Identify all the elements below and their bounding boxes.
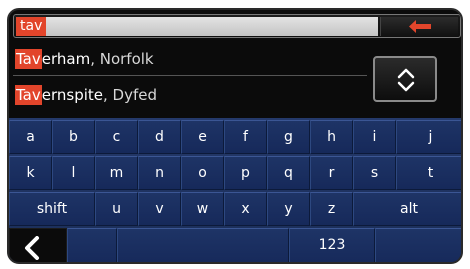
left-arrow-icon xyxy=(409,20,431,33)
result-match: Tav xyxy=(15,49,42,69)
back-button[interactable] xyxy=(9,228,67,262)
backspace-button[interactable] xyxy=(380,17,458,36)
key-i[interactable]: i xyxy=(353,120,396,154)
key-q[interactable]: q xyxy=(267,156,310,190)
key-r[interactable]: r xyxy=(310,156,353,190)
key-f[interactable]: f xyxy=(224,120,267,154)
result-match: Tav xyxy=(15,85,42,105)
key-e[interactable]: e xyxy=(181,120,224,154)
key-o[interactable]: o xyxy=(181,156,224,190)
key-a[interactable]: a xyxy=(9,120,52,154)
search-input[interactable]: tav xyxy=(16,17,378,36)
key-v[interactable]: v xyxy=(138,192,181,226)
device-frame: tav Taverham, Norfolk Tavernspite, Dyfed xyxy=(0,0,470,269)
chevron-left-icon xyxy=(25,236,39,260)
key-t[interactable]: t xyxy=(396,156,461,190)
key-z[interactable]: z xyxy=(310,192,353,226)
alt-key[interactable]: alt xyxy=(353,192,461,226)
key-w[interactable]: w xyxy=(181,192,224,226)
key-y[interactable]: y xyxy=(267,192,310,226)
key-c[interactable]: c xyxy=(95,120,138,154)
scroll-results-button[interactable] xyxy=(373,56,437,102)
result-item[interactable]: Tavernspite, Dyfed xyxy=(13,78,367,112)
keyboard-filler-left xyxy=(67,228,117,262)
result-region: , Dyfed xyxy=(103,86,158,104)
key-m[interactable]: m xyxy=(95,156,138,190)
search-query: tav xyxy=(16,17,47,36)
key-b[interactable]: b xyxy=(52,120,95,154)
numbers-key[interactable]: 123 xyxy=(289,228,375,262)
shift-key[interactable]: shift xyxy=(9,192,95,226)
up-down-chevron-icon xyxy=(397,68,415,92)
result-list: Taverham, Norfolk Tavernspite, Dyfed xyxy=(13,42,367,114)
screen: tav Taverham, Norfolk Tavernspite, Dyfed xyxy=(7,8,463,264)
result-region: , Norfolk xyxy=(90,50,154,68)
keyboard: a b c d e f g h i j k l m n o p q r s t … xyxy=(9,118,461,262)
search-bar: tav xyxy=(13,14,461,38)
key-j[interactable]: j xyxy=(396,120,461,154)
result-name: erham xyxy=(41,50,91,68)
key-g[interactable]: g xyxy=(267,120,310,154)
key-k[interactable]: k xyxy=(9,156,52,190)
key-x[interactable]: x xyxy=(224,192,267,226)
key-s[interactable]: s xyxy=(353,156,396,190)
key-d[interactable]: d xyxy=(138,120,181,154)
key-l[interactable]: l xyxy=(52,156,95,190)
key-h[interactable]: h xyxy=(310,120,353,154)
key-p[interactable]: p xyxy=(224,156,267,190)
key-u[interactable]: u xyxy=(95,192,138,226)
key-n[interactable]: n xyxy=(138,156,181,190)
result-item[interactable]: Taverham, Norfolk xyxy=(13,42,367,76)
space-key[interactable] xyxy=(117,228,289,262)
result-name: ernspite xyxy=(41,86,104,104)
keyboard-filler-right xyxy=(375,228,461,262)
